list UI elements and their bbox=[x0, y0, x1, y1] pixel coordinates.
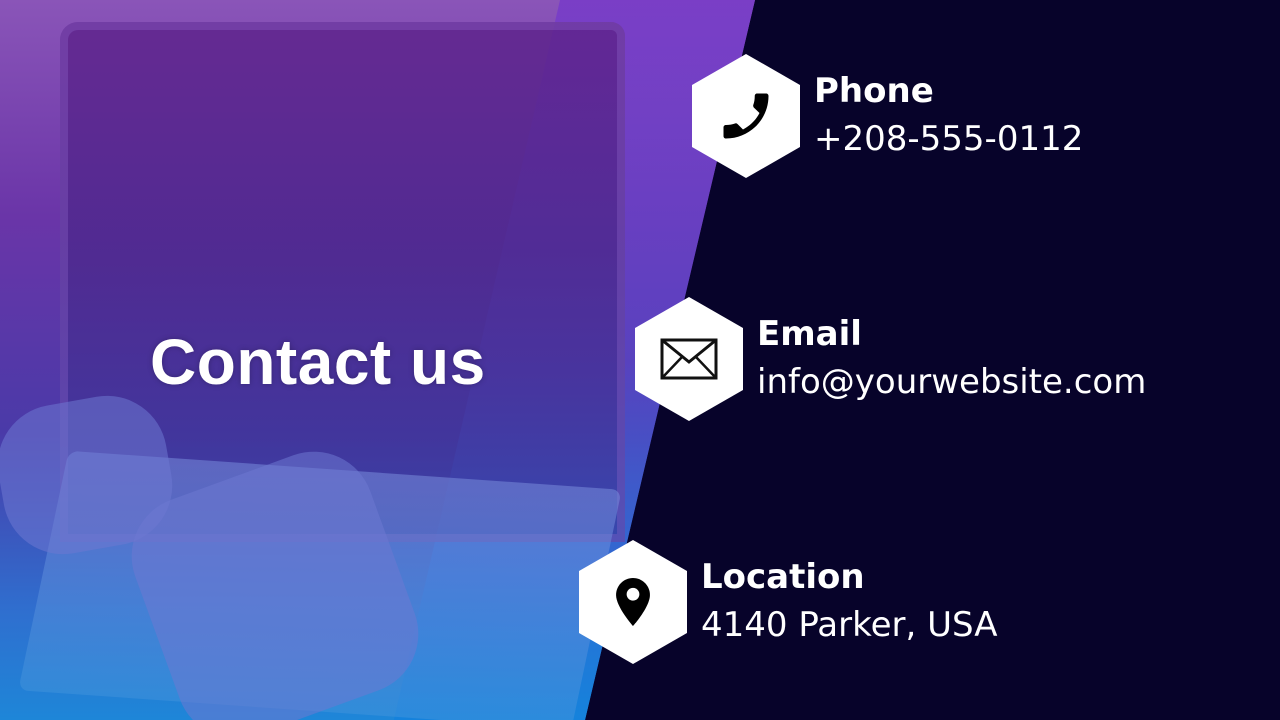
mail-icon bbox=[635, 297, 743, 421]
phone-label: Phone bbox=[814, 71, 934, 111]
contact-email: Email info@yourwebsite.com bbox=[635, 297, 1146, 421]
phone-icon bbox=[692, 54, 800, 178]
email-label: Email bbox=[757, 314, 862, 354]
contact-location: Location 4140 Parker, USA bbox=[579, 540, 997, 664]
hero-title: Contact us bbox=[150, 326, 486, 398]
location-value: 4140 Parker, USA bbox=[701, 605, 998, 645]
location-label: Location bbox=[701, 557, 865, 597]
contact-phone: Phone +208-555-0112 bbox=[692, 54, 1083, 178]
location-pin-icon bbox=[579, 540, 687, 664]
email-value[interactable]: info@yourwebsite.com bbox=[757, 358, 1146, 406]
phone-value[interactable]: +208-555-0112 bbox=[814, 115, 1083, 163]
